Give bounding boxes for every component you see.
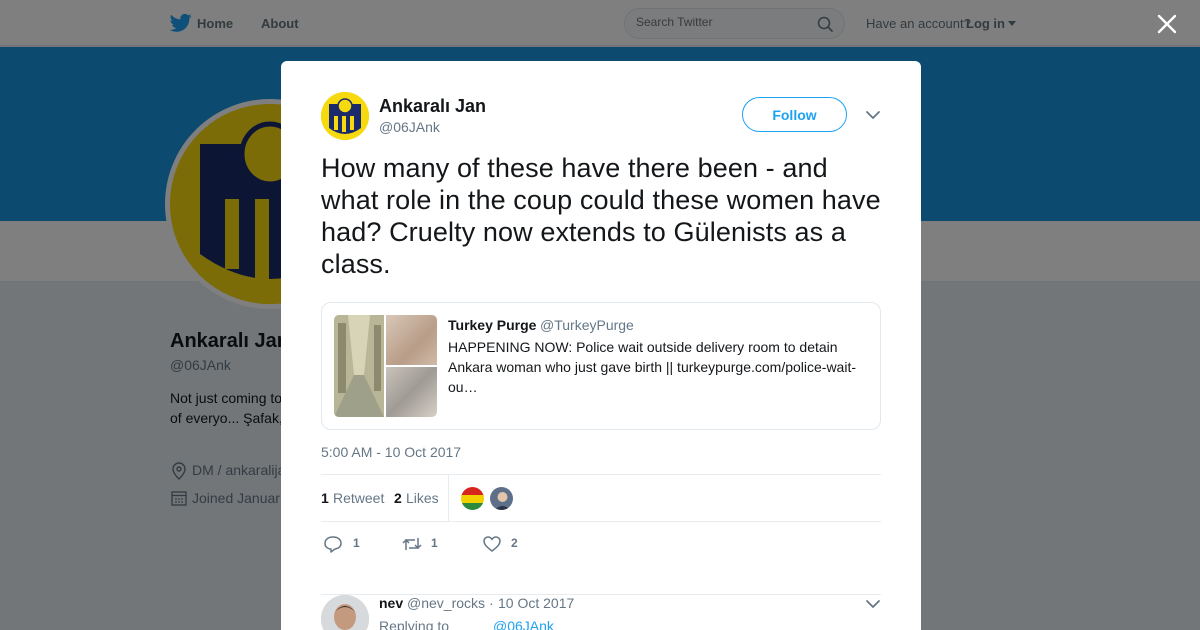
tweet-author-name[interactable]: Ankaralı Jan bbox=[379, 96, 486, 117]
quoted-tweet-text: HAPPENING NOW: Police wait outside deliv… bbox=[448, 339, 857, 395]
retweet-action-count[interactable]: 1 bbox=[431, 536, 438, 550]
like-action-count[interactable]: 2 bbox=[511, 536, 518, 550]
reply-author-name[interactable]: nev bbox=[379, 595, 403, 611]
hallway-photo bbox=[334, 315, 384, 417]
separator-dot: · bbox=[489, 595, 494, 611]
chevron-down-icon[interactable] bbox=[865, 109, 881, 121]
tweet-stats: 1 Retweet 2 Likes bbox=[321, 474, 881, 522]
heart-icon[interactable] bbox=[482, 535, 502, 553]
tweet-author-handle[interactable]: @06JAnk bbox=[379, 119, 440, 135]
reply-icon[interactable] bbox=[323, 535, 343, 553]
close-icon[interactable] bbox=[1155, 12, 1179, 36]
quoted-author-name: Turkey Purge bbox=[448, 317, 537, 333]
follow-button[interactable]: Follow bbox=[742, 97, 847, 132]
retweet-label[interactable]: Retweet bbox=[333, 490, 384, 506]
stats-divider bbox=[448, 475, 449, 522]
replying-to-label: Replying to bbox=[379, 618, 450, 630]
quoted-author-handle: @TurkeyPurge bbox=[540, 317, 634, 333]
tweet-timestamp[interactable]: 5:00 AM - 10 Oct 2017 bbox=[321, 444, 461, 460]
retweet-icon[interactable] bbox=[402, 535, 422, 553]
person-avatar-image bbox=[490, 487, 513, 510]
flag-avatar-image bbox=[461, 487, 484, 510]
retweet-count[interactable]: 1 bbox=[321, 490, 329, 506]
replying-to-link[interactable]: @06JAnk bbox=[493, 618, 554, 630]
person-avatar-image bbox=[321, 595, 369, 630]
liker-avatar[interactable] bbox=[489, 486, 514, 511]
chevron-down-icon[interactable] bbox=[865, 598, 881, 610]
tweet-text: How many of these have there been - and … bbox=[321, 153, 881, 279]
tweet-actions: 1 1 2 bbox=[321, 533, 881, 557]
reply-author-avatar[interactable] bbox=[321, 595, 369, 630]
reply-date[interactable]: 10 Oct 2017 bbox=[498, 595, 574, 611]
reply-author-handle[interactable]: @nev_rocks bbox=[407, 595, 485, 611]
club-logo-image bbox=[321, 92, 369, 140]
tweet-modal: Ankaralı Jan @06JAnk Follow How many of … bbox=[281, 61, 921, 630]
quoted-media-image[interactable] bbox=[386, 367, 437, 417]
quoted-media-image[interactable] bbox=[334, 315, 384, 417]
quoted-media-image[interactable] bbox=[386, 315, 437, 365]
quoted-tweet-card[interactable]: Turkey Purge @TurkeyPurge HAPPENING NOW:… bbox=[321, 302, 881, 430]
liker-avatar[interactable] bbox=[460, 486, 485, 511]
reply-tweet[interactable]: nev @nev_rocks · 10 Oct 2017 Replying to… bbox=[321, 594, 881, 630]
tweet-author-avatar[interactable] bbox=[321, 92, 369, 140]
likes-count[interactable]: 2 bbox=[394, 490, 402, 506]
reply-count[interactable]: 1 bbox=[353, 536, 360, 550]
likes-label[interactable]: Likes bbox=[406, 490, 439, 506]
